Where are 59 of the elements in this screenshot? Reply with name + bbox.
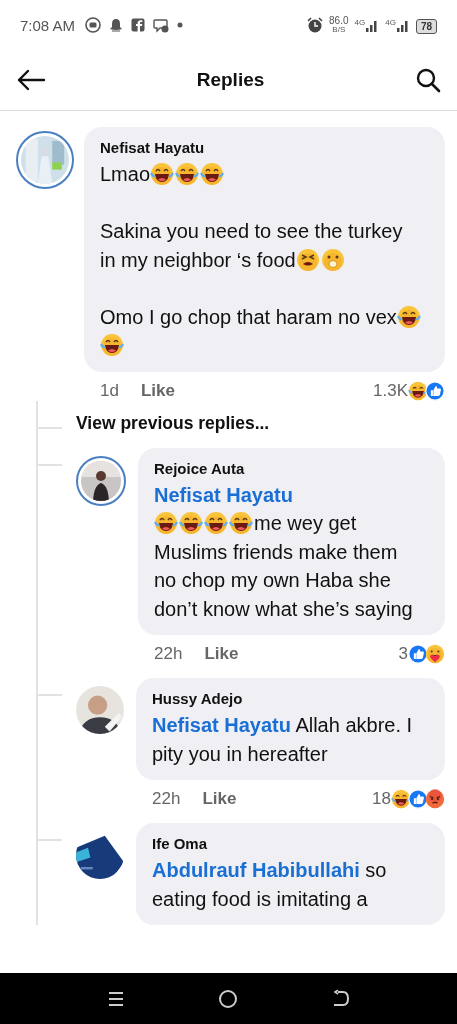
- comment-text: Nefisat Hayatu me wey get Muslims friends make them no chop my own Haba she don’t know what she’s saying: [154, 482, 414, 622]
- story-ring[interactable]: [76, 455, 126, 506]
- notification-icon: [85, 17, 102, 33]
- reaction-count: 18: [372, 789, 391, 809]
- speed-unit: B/S: [332, 26, 346, 34]
- laughing-face-icon: [150, 162, 175, 186]
- page-title: Replies: [196, 69, 265, 91]
- timestamp: 22h: [152, 789, 181, 809]
- comment-text: Nefisat Hayatu Allah akbre. I pity you in hereafter: [152, 713, 414, 767]
- laughing-face-icon: [229, 511, 253, 535]
- angry-face-icon: [425, 789, 445, 809]
- network-type: 4G: [354, 18, 366, 27]
- back-icon[interactable]: [332, 989, 351, 1008]
- laughing-face-icon: [396, 304, 421, 329]
- laughing-face-icon: [175, 162, 200, 186]
- clock-time: 7:08 AM: [20, 16, 76, 34]
- mention-link[interactable]: Nefisat Hayatu: [154, 483, 293, 506]
- laughing-face-icon: [204, 511, 228, 535]
- laughing-face-icon: [179, 511, 203, 535]
- battery-level: 78: [415, 19, 437, 34]
- mention-link[interactable]: Nefisat Hayatu: [152, 714, 291, 736]
- network-type: 4G: [385, 18, 396, 27]
- dot-icon: [177, 22, 184, 28]
- timestamp: 22h: [154, 644, 183, 664]
- comment-text: Omo I go chop that haram no vex: [100, 302, 423, 360]
- like-link[interactable]: Like: [204, 644, 239, 664]
- author-name[interactable]: Hussy Adejo: [152, 690, 423, 707]
- like-link[interactable]: Like: [140, 380, 175, 401]
- timestamp: 1d: [100, 380, 119, 401]
- laughing-face-icon: [154, 511, 178, 535]
- app-icon: [131, 18, 146, 32]
- surprised-face-icon: [320, 247, 345, 272]
- like-link[interactable]: Like: [202, 789, 237, 809]
- signal-icon: [365, 18, 380, 32]
- alarm-icon: [307, 17, 324, 33]
- hugging-face-icon: [425, 644, 445, 664]
- comment-text: Sakina you need to see the turkey in my neighbor ‘s food: [100, 219, 404, 274]
- view-previous-link[interactable]: View previous replies...: [76, 412, 270, 434]
- author-name[interactable]: Nefisat Hayatu: [100, 139, 423, 156]
- laughing-face-icon: [100, 333, 124, 357]
- home-icon[interactable]: [218, 988, 239, 1009]
- thumbs-up-icon: [408, 644, 428, 664]
- author-name[interactable]: Ife Oma: [152, 835, 423, 852]
- thumbs-up-icon: [425, 380, 445, 401]
- network-speed: 86.0: [329, 16, 349, 26]
- mention-link[interactable]: Abdulrauf Habibullahi: [152, 859, 360, 881]
- reaction-count: 3: [398, 644, 408, 664]
- comment-text: Abdulrauf Habibullahi so eating food is imitating a: [152, 858, 388, 912]
- thumbs-up-icon: [408, 789, 428, 809]
- chat-icon: [153, 17, 170, 33]
- author-name[interactable]: Rejoice Auta: [154, 459, 423, 477]
- laughing-face-icon: [200, 162, 225, 186]
- reaction-count: 1.3K: [373, 380, 408, 401]
- laughing-face-icon: [391, 789, 411, 809]
- comment-text: Lmao: [100, 160, 423, 189]
- squinting-face-icon: [295, 247, 320, 272]
- laughing-face-icon: [408, 380, 428, 401]
- menu-icon[interactable]: [106, 989, 125, 1008]
- signal-icon: [395, 18, 410, 32]
